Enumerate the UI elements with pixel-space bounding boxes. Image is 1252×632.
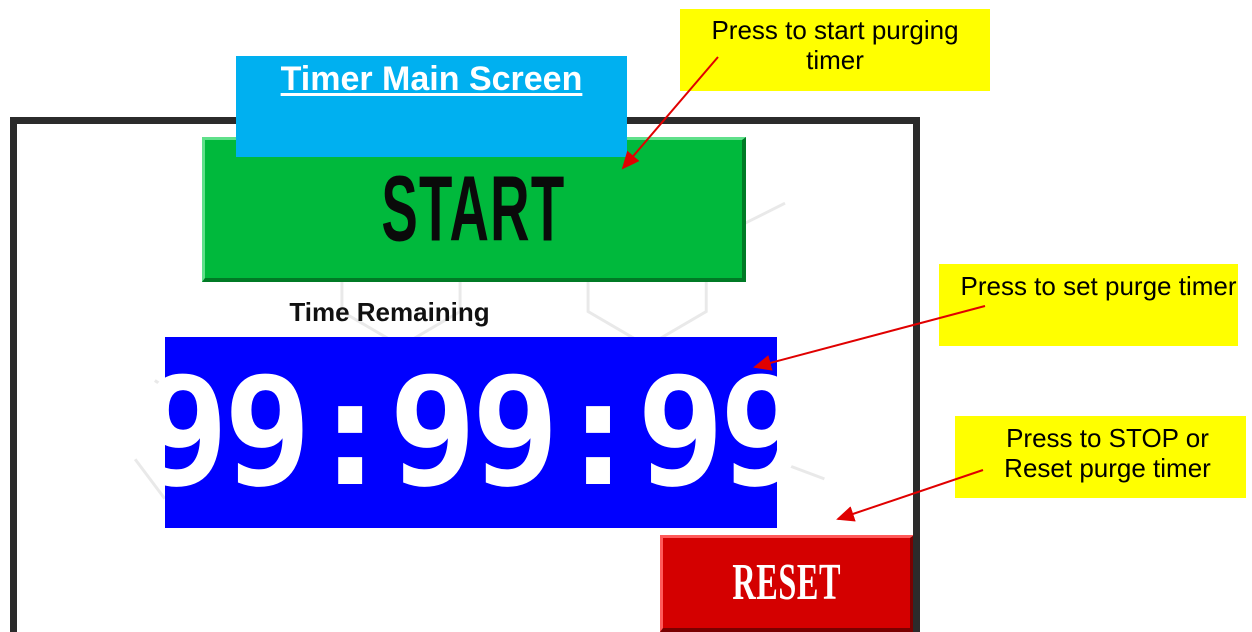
reset-button-label: RESET (732, 554, 841, 611)
callout-reset: Press to STOP or Reset purge timer (955, 416, 1246, 498)
page-title: Timer Main Screen (280, 60, 583, 98)
callout-timer: Press to set purge timer (939, 264, 1238, 346)
time-remaining-label: Time Remaining (289, 297, 490, 327)
hmi-screen: START Time Remaining 99:99:99 RESET (10, 117, 920, 632)
title-banner: Timer Main Screen (236, 56, 627, 157)
callout-start: Press to start purging timer (680, 9, 990, 91)
start-button[interactable]: START (202, 137, 746, 282)
timer-display[interactable]: 99:99:99 (141, 337, 807, 528)
reset-button[interactable]: RESET (660, 535, 913, 632)
timer-value: 99:99:99 (140, 345, 808, 520)
start-button-label: START (381, 156, 566, 261)
